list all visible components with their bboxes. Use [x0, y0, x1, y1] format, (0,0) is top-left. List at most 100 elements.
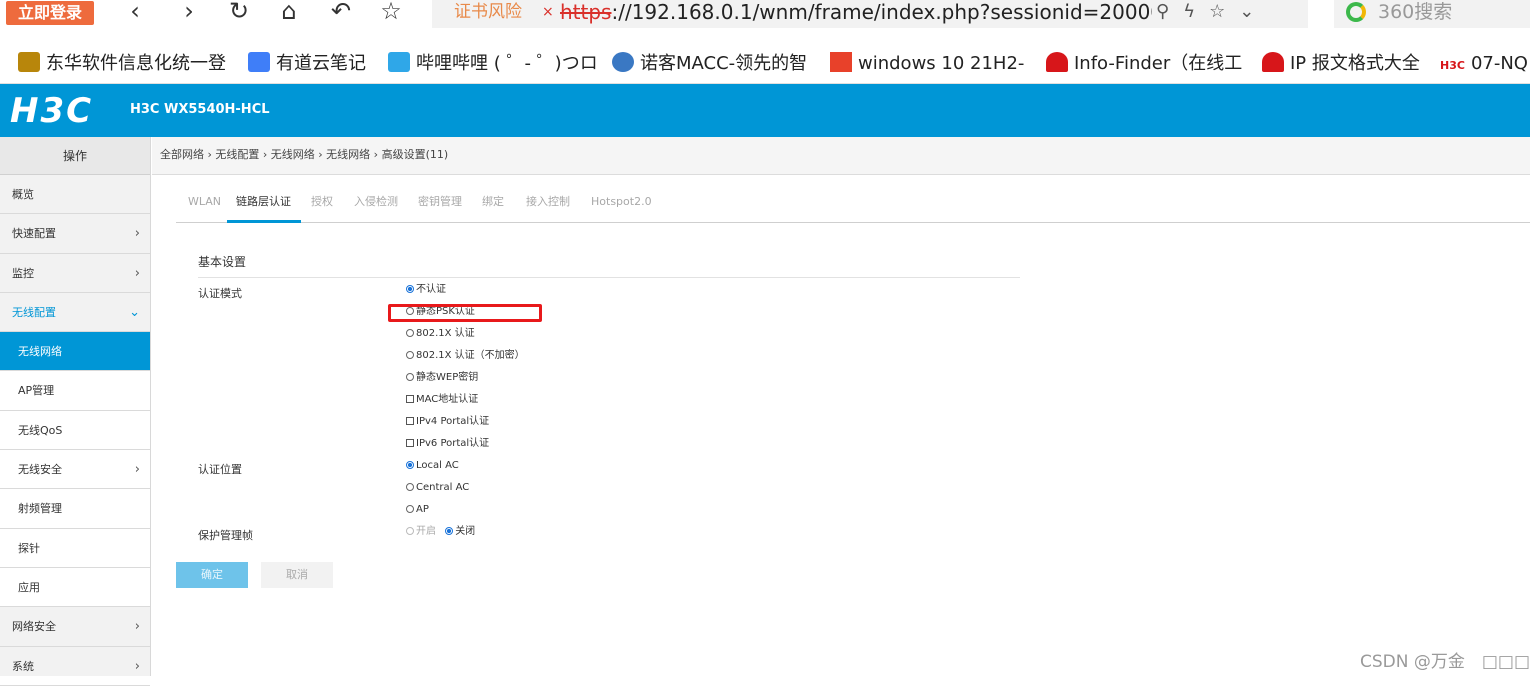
option-label: Central AC: [416, 482, 470, 493]
forward-icon[interactable]: ›: [174, 0, 204, 26]
sidebar-item[interactable]: 无线配置 ⌄: [0, 293, 150, 333]
auth-location-label: 认证位置: [198, 463, 242, 476]
auth-mode-radio[interactable]: 802.1X 认证（不加密）: [406, 349, 525, 363]
search-bar[interactable]: 360搜索: [1334, 0, 1530, 28]
radio-checked-icon: [406, 461, 414, 469]
bookmark-item[interactable]: 东华软件信息化统一登: [18, 50, 226, 78]
tab-intrusion-detection[interactable]: 入侵检测: [354, 195, 398, 209]
sidebar-item[interactable]: 系统 ›: [0, 647, 150, 686]
sidebar-item[interactable]: 概览: [0, 175, 150, 215]
auth-mode-radio[interactable]: 静态WEP密钥: [406, 371, 478, 385]
tab-binding[interactable]: 绑定: [482, 195, 504, 209]
sidebar-item-label: 无线QoS: [18, 423, 63, 437]
flash-icon[interactable]: ϟ: [1183, 1, 1209, 22]
bookmark-icon: H3C: [1440, 59, 1465, 72]
pmf-label: 保护管理帧: [198, 529, 253, 542]
bookmark-label: windows 10 21H2-: [858, 53, 1025, 74]
url-path: ://192.168.0.1/wnm/frame/index.php?sessi…: [611, 0, 1152, 24]
tab-wlan[interactable]: WLAN: [188, 195, 221, 209]
search-engine-icon: [1346, 2, 1366, 22]
login-button[interactable]: 立即登录: [6, 1, 94, 25]
chevron-icon: ⌄: [129, 304, 140, 320]
sidebar-item[interactable]: 无线QoS: [0, 410, 150, 451]
sidebar-item-label: 监控: [12, 266, 34, 280]
bookmark-item[interactable]: 哔哩哔哩 ( ゜- ゜)つロ: [388, 50, 598, 78]
cancel-button[interactable]: 取消: [261, 562, 333, 588]
option-label: Local AC: [416, 460, 459, 471]
cert-warning[interactable]: 证书风险: [454, 0, 522, 24]
bookmark-icon: [18, 52, 40, 72]
bookmark-label: IP 报文格式大全: [1290, 53, 1420, 74]
sidebar-item-label: 无线安全: [18, 463, 62, 477]
auth-mode-checkbox[interactable]: IPv4 Portal认证: [406, 415, 489, 429]
url-text[interactable]: https://192.168.0.1/wnm/frame/index.php?…: [560, 0, 1152, 24]
refresh-icon[interactable]: ↻: [224, 0, 254, 26]
sidebar-item[interactable]: 应用: [0, 567, 150, 608]
bookmark-item[interactable]: Info-Finder（在线工: [1046, 50, 1242, 78]
tab-authorization[interactable]: 授权: [311, 195, 333, 209]
auth-mode-label: 认证模式: [198, 287, 242, 300]
sidebar-item-label: 快速配置: [12, 227, 56, 241]
dropdown-chevron-icon[interactable]: ⌄: [1239, 1, 1268, 22]
section-divider: [198, 277, 1020, 278]
option-label: 静态WEP密钥: [416, 372, 479, 383]
tab-link-auth[interactable]: 链路层认证: [236, 195, 291, 209]
bookmark-icon: [1046, 52, 1068, 72]
option-label: 802.1X 认证: [416, 328, 475, 339]
sidebar-item[interactable]: 无线安全 ›: [0, 450, 150, 490]
zoom-icon[interactable]: ⚲: [1156, 1, 1183, 22]
auth-mode-radio[interactable]: 不认证: [406, 283, 446, 297]
chevron-icon: ›: [134, 619, 140, 635]
bookmark-item[interactable]: 有道云笔记: [248, 50, 366, 78]
breadcrumb: 全部网络 › 无线配置 › 无线网络 › 无线网络 › 高级设置(11): [152, 137, 1530, 175]
checkbox-icon: [406, 395, 414, 403]
active-tab-indicator: [227, 220, 301, 223]
device-model: H3C WX5540H-HCL: [130, 102, 270, 117]
tab-access-control[interactable]: 接入控制: [526, 195, 570, 209]
pmf-on-radio[interactable]: 开启: [406, 526, 436, 537]
ok-button[interactable]: 确定: [176, 562, 248, 588]
bookmark-item[interactable]: windows 10 21H2-: [830, 50, 1024, 78]
sidebar-item[interactable]: AP管理: [0, 371, 150, 411]
tab-key-management[interactable]: 密钥管理: [418, 195, 462, 209]
favorite-icon[interactable]: ☆: [1209, 1, 1239, 22]
auth-location-radio[interactable]: Local AC: [406, 459, 459, 473]
sidebar-item[interactable]: 探针: [0, 528, 150, 568]
home-icon[interactable]: ⌂: [274, 0, 304, 26]
address-bar[interactable]: 证书风险 × https://192.168.0.1/wnm/frame/ind…: [432, 0, 1308, 28]
search-input[interactable]: 360搜索: [1378, 0, 1452, 24]
sidebar-item[interactable]: 射频管理: [0, 489, 150, 529]
bookmark-item[interactable]: IP 报文格式大全: [1262, 50, 1420, 78]
sidebar-item[interactable]: 网络安全 ›: [0, 607, 150, 647]
radio-icon: [406, 351, 414, 359]
address-tools: ⚲ϟ☆⌄: [1156, 0, 1268, 24]
back-icon[interactable]: ‹: [120, 0, 150, 26]
pmf-options: 开启 关闭: [406, 525, 475, 539]
radio-icon: [406, 373, 414, 381]
auth-mode-radio[interactable]: 802.1X 认证: [406, 327, 475, 341]
sidebar-item-label: AP管理: [18, 384, 55, 398]
sidebar-item[interactable]: 无线网络: [0, 332, 150, 372]
cert-warning-x-icon: ×: [542, 4, 554, 20]
auth-location-radio[interactable]: AP: [406, 503, 429, 517]
bookmark-item[interactable]: 诺客MACC-领先的智: [612, 50, 807, 78]
bookmark-icon: [612, 52, 634, 72]
pmf-off-radio[interactable]: 关闭: [445, 526, 475, 537]
option-label: IPv6 Portal认证: [416, 438, 490, 449]
bookmark-item[interactable]: H3C 07-NQ: [1440, 50, 1528, 78]
sidebar-item-label: 射频管理: [18, 502, 62, 516]
tab-hotspot20[interactable]: Hotspot2.0: [591, 195, 652, 209]
bookmark-label: 有道云笔记: [276, 53, 366, 74]
radio-checked-icon: [445, 527, 454, 535]
auth-mode-checkbox[interactable]: IPv6 Portal认证: [406, 437, 489, 451]
sidebar-item-label: 探针: [18, 541, 40, 555]
sidebar-item-label: 网络安全: [12, 620, 56, 634]
auth-location-radio[interactable]: Central AC: [406, 481, 469, 495]
auth-mode-checkbox[interactable]: MAC地址认证: [406, 393, 478, 407]
chevron-icon: ›: [134, 658, 140, 674]
bookmark-icon: [830, 52, 852, 72]
sidebar-item[interactable]: 快速配置 ›: [0, 214, 150, 254]
undo-icon[interactable]: ↶: [326, 0, 356, 26]
star-icon[interactable]: ☆: [376, 0, 406, 26]
sidebar-item[interactable]: 监控 ›: [0, 254, 150, 293]
